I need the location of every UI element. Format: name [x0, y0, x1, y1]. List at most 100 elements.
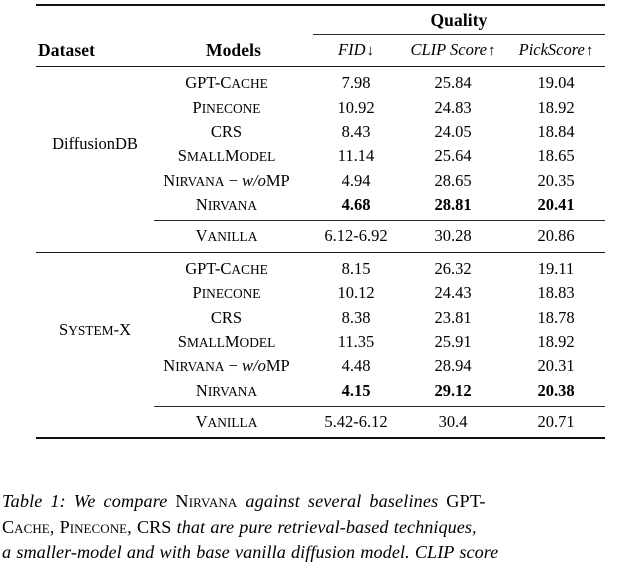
header-metric-clip-name: CLIP Score — [410, 40, 488, 59]
header-metric-pick-arrow: ↑ — [585, 43, 594, 59]
model-label-smallmodel-0: SMALLMODEL — [177, 146, 276, 166]
model-name: PINECONE — [154, 281, 313, 305]
table-row: VANILLA 5.42-6.12 30.4 20.71 — [36, 410, 605, 434]
caption-nirvana: Nirvana — [175, 491, 238, 511]
table-row: VANILLA 6.12-6.92 30.28 20.86 — [36, 224, 605, 248]
value-pick: 20.41 — [537, 195, 575, 215]
model-label-gpt-cache-1: GPT-CACHE — [185, 258, 268, 278]
header-metric-clip-arrow: ↑ — [488, 43, 496, 59]
table-bottom-rule — [36, 437, 605, 441]
model-label-crs-0: CRS — [210, 121, 243, 141]
value-clip: 24.05 — [434, 121, 472, 141]
value-fid: 8.43 — [341, 121, 371, 141]
dataset-label-diffusiondb: DiffusionDB — [52, 134, 138, 154]
model-name: SMALLMODEL — [154, 330, 313, 354]
header-metric-clip: CLIP Score↑ — [399, 35, 507, 67]
value-fid: 10.92 — [337, 97, 375, 117]
value-clip: 24.43 — [434, 283, 472, 303]
value-fid: 4.48 — [341, 356, 371, 376]
model-label-pinecone-0: PINECONE — [192, 97, 261, 117]
table-row: SYSTEM-X GPT-CACHE 8.15 26.32 19.11 — [36, 257, 605, 339]
value-clip: 28.81 — [434, 195, 472, 215]
value-fid: 6.12-6.92 — [324, 226, 388, 246]
caption-line-2: Cache, Pinecone, CRS that are pure retri… — [2, 515, 638, 541]
caption-line2-tail: that are pure retrieval-based techniques… — [171, 516, 477, 537]
value-pick: 18.92 — [537, 97, 575, 117]
header-metric-pick: PickScore↑ — [507, 35, 605, 67]
model-label-nirvana-womp-1: NIRVANA − w/oMP — [163, 356, 290, 376]
value-clip: 23.81 — [434, 307, 472, 327]
value-pick: 19.11 — [537, 258, 575, 278]
value-clip: 28.65 — [434, 170, 472, 190]
dataset-label-system-x-text: SYSTEM-X — [59, 319, 131, 339]
value-clip: 29.12 — [434, 380, 472, 400]
header-columns-row: Dataset Models FID↓ CLIP Score↑ PickScor… — [36, 35, 605, 67]
model-name: NIRVANA − w/oMP — [154, 169, 313, 193]
header-metric-fid-name: FID — [338, 40, 366, 59]
header-group-spacer-models — [154, 6, 313, 35]
value-pick: 18.65 — [537, 146, 575, 166]
value-fid: 4.68 — [341, 195, 371, 215]
caption-gpt-prefix: GPT- — [446, 491, 486, 511]
header-metric-fid-arrow: ↓ — [366, 43, 375, 59]
value-fid: 7.98 — [341, 73, 371, 93]
model-name: GPT-CACHE — [154, 71, 313, 95]
baseline-dataset-blank-1 — [36, 224, 154, 248]
caption-line-1: Table 1: We compare Nirvana against seve… — [2, 489, 638, 515]
model-name: NIRVANA — [154, 193, 313, 217]
value-fid: 10.12 — [337, 283, 375, 303]
results-table-container: Quality Dataset Models FID↓ CLIP Score↑ … — [36, 4, 605, 441]
header-metric-fid: FID↓ — [313, 35, 399, 67]
header-quality-group: Quality — [430, 10, 488, 30]
model-name: SMALLMODEL — [154, 144, 313, 168]
value-clip: 26.32 — [434, 258, 472, 278]
baseline-dataset-blank-2 — [36, 410, 154, 434]
model-name: VANILLA — [154, 410, 313, 434]
caption-line1-mid: against several baselines — [237, 491, 447, 511]
value-pick: 20.71 — [537, 412, 575, 432]
value-pick: 18.78 — [537, 307, 575, 327]
value-clip: 25.91 — [434, 331, 472, 351]
caption-pinecone: Pinecone — [59, 516, 128, 537]
model-label-pinecone-1: PINECONE — [192, 283, 261, 303]
header-models: Models — [205, 40, 262, 60]
header-dataset: Dataset — [38, 40, 96, 60]
value-pick: 19.04 — [537, 73, 575, 93]
dataset-label-system-x: SYSTEM-X — [36, 257, 154, 403]
model-label-nirvana-0: NIRVANA — [195, 195, 258, 215]
header-group-spacer-dataset — [36, 6, 154, 35]
model-label-smallmodel-1: SMALLMODEL — [177, 331, 276, 351]
caption-cache: Cache — [2, 516, 50, 537]
table-figure-page: Quality Dataset Models FID↓ CLIP Score↑ … — [0, 0, 640, 564]
value-pick: 20.31 — [537, 356, 575, 376]
model-label-vanilla-1: VANILLA — [195, 412, 258, 432]
value-fid: 4.15 — [341, 380, 371, 400]
value-fid: 11.14 — [337, 146, 375, 166]
value-pick: 18.92 — [537, 331, 575, 351]
value-clip: 25.84 — [434, 73, 472, 93]
model-name: NIRVANA — [154, 379, 313, 403]
model-name: VANILLA — [154, 224, 313, 248]
model-name: CRS — [154, 305, 313, 329]
value-pick: 20.86 — [537, 226, 575, 246]
model-label-crs-1: CRS — [210, 307, 243, 327]
value-fid: 11.35 — [337, 331, 375, 351]
model-label-nirvana-womp-0: NIRVANA − w/oMP — [163, 170, 290, 190]
caption-prefix: Table 1: We compare — [2, 491, 176, 511]
value-fid: 8.15 — [341, 258, 371, 278]
model-name: NIRVANA − w/oMP — [154, 354, 313, 378]
caption-crs: CRS — [136, 516, 172, 537]
model-label-nirvana-1: NIRVANA — [195, 380, 258, 400]
table-row: DiffusionDB GPT-CACHE 7.98 25.84 19.04 — [36, 71, 605, 153]
model-label-gpt-cache-0: GPT-CACHE — [185, 73, 268, 93]
header-group-row: Quality — [36, 6, 605, 35]
table-caption: Table 1: We compare Nirvana against seve… — [2, 489, 638, 566]
value-fid: 5.42-6.12 — [324, 412, 388, 432]
model-name: GPT-CACHE — [154, 257, 313, 281]
caption-line-3: a smaller-model and with base vanilla di… — [2, 542, 499, 562]
value-clip: 25.64 — [434, 146, 472, 166]
caption-sep-2: , — [127, 516, 137, 537]
value-clip: 30.4 — [438, 412, 468, 432]
value-clip: 24.83 — [434, 97, 472, 117]
model-name: CRS — [154, 120, 313, 144]
